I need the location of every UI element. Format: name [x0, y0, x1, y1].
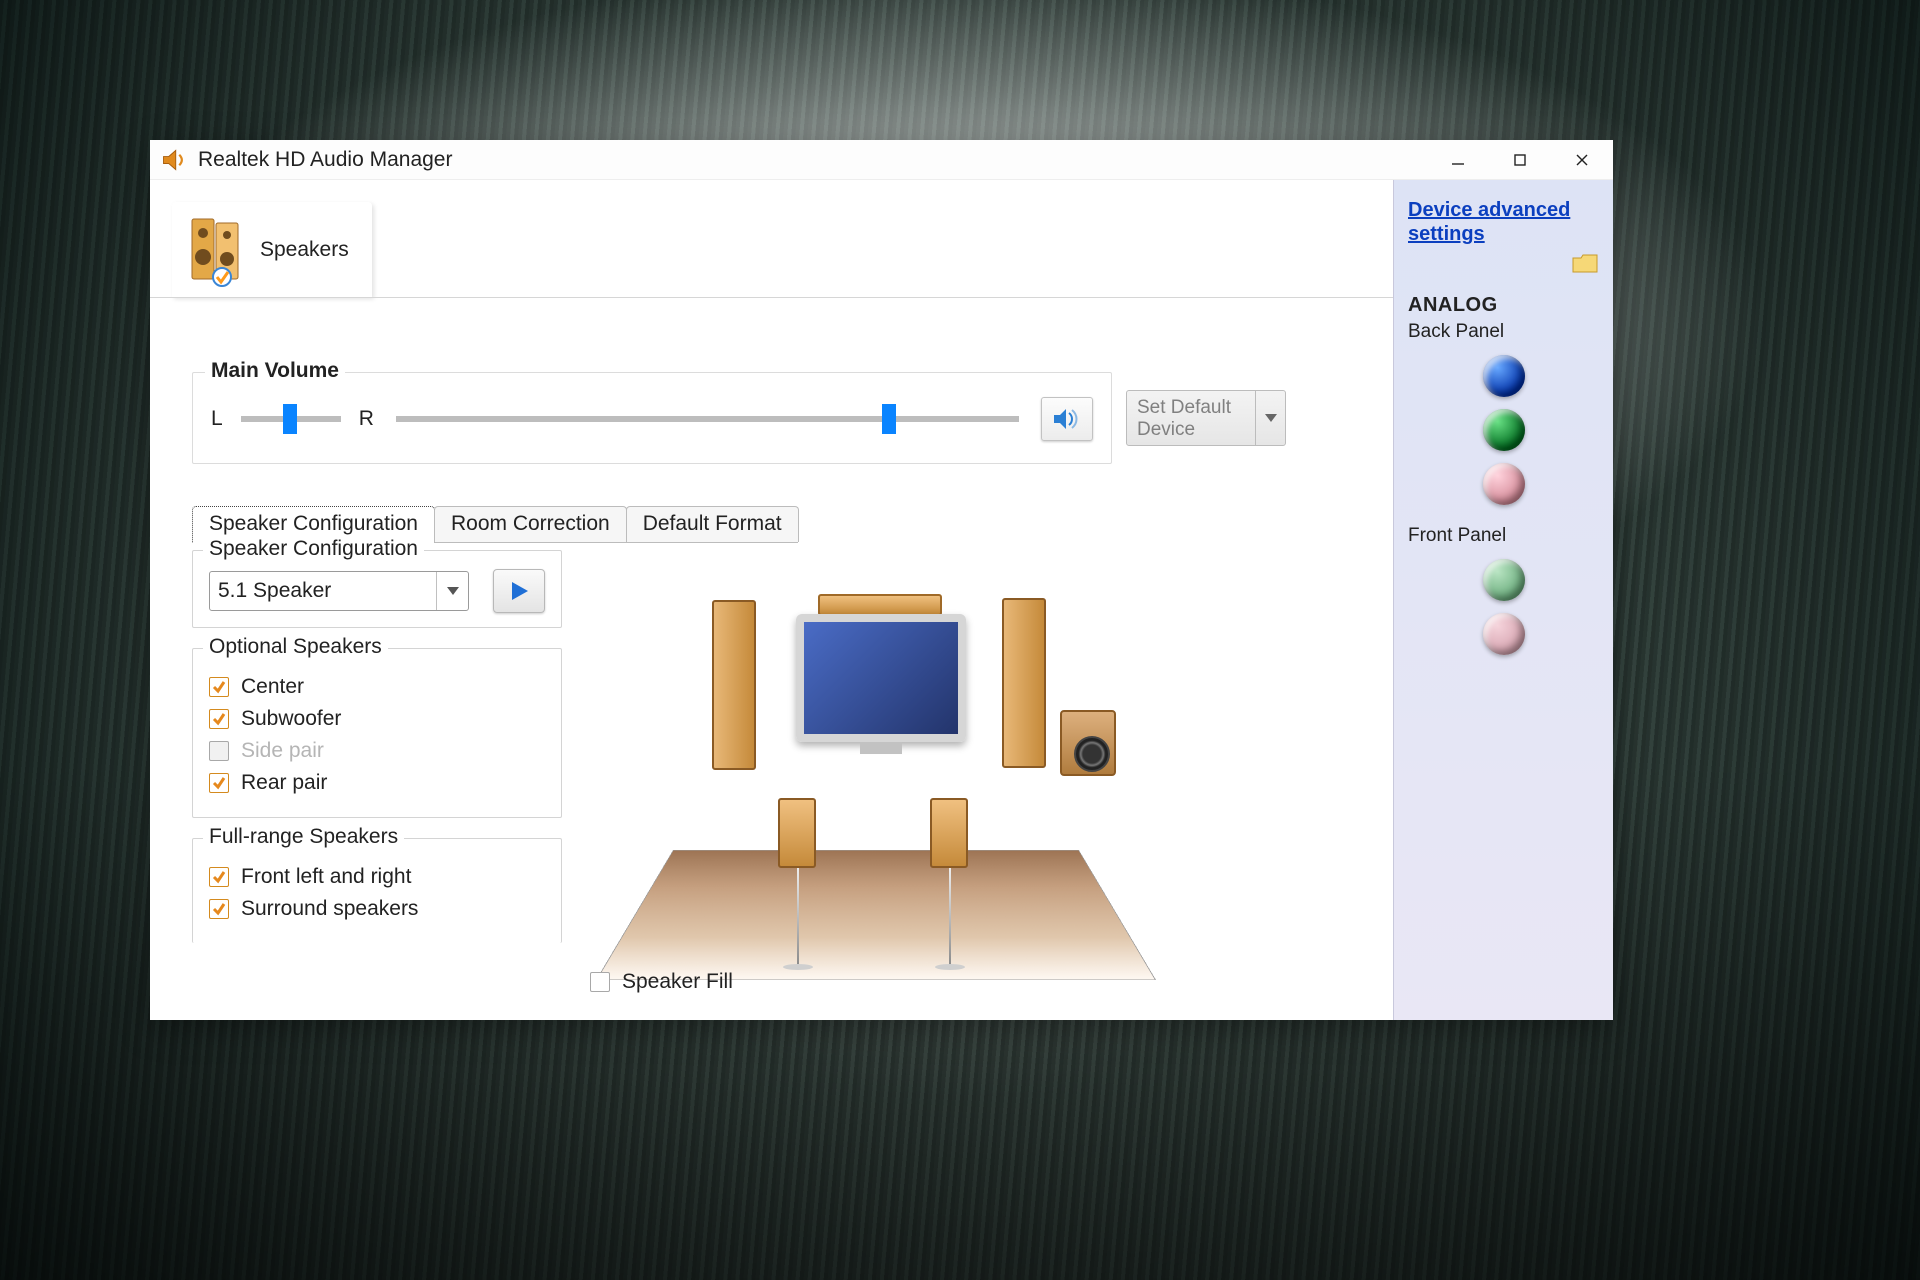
speaker-icon	[160, 146, 188, 174]
subwoofer-icon[interactable]	[1060, 710, 1116, 776]
jack-line-out[interactable]	[1483, 409, 1525, 451]
tab-room-correction[interactable]: Room Correction	[434, 506, 627, 542]
volume-thumb[interactable]	[882, 404, 896, 434]
main-volume-fieldset: Main Volume L R	[192, 372, 1112, 464]
chevron-down-icon	[1255, 391, 1285, 445]
folder-icon[interactable]	[1571, 252, 1599, 280]
app-window: Realtek HD Audio Manager	[150, 140, 1613, 1020]
jack-mic[interactable]	[1483, 463, 1525, 505]
checkbox-side-pair	[209, 741, 229, 761]
front-right-speaker-icon[interactable]	[1002, 598, 1046, 768]
checkbox-speaker-fill[interactable]	[590, 972, 610, 992]
checkbox-surround[interactable]	[209, 899, 229, 919]
checkbox-center[interactable]	[209, 677, 229, 697]
jack-front-out[interactable]	[1483, 559, 1525, 601]
checkbox-front-lr[interactable]	[209, 867, 229, 887]
tv-icon	[796, 614, 966, 742]
set-default-device-dropdown[interactable]: Set Default Device	[1126, 390, 1286, 446]
checkbox-rear-pair[interactable]	[209, 773, 229, 793]
device-advanced-settings-link[interactable]: Device advanced settings	[1408, 198, 1599, 246]
center-speaker-icon[interactable]	[818, 594, 942, 616]
titlebar[interactable]: Realtek HD Audio Manager	[150, 140, 1613, 180]
device-tab-label: Speakers	[260, 238, 349, 262]
main-volume-title: Main Volume	[205, 359, 345, 383]
full-range-fieldset: Full-range Speakers Front left and right…	[192, 838, 562, 943]
window-controls	[1427, 140, 1613, 180]
test-play-button[interactable]	[493, 569, 545, 613]
minimize-button[interactable]	[1427, 140, 1489, 180]
jack-line-in[interactable]	[1483, 355, 1525, 397]
tab-default-format[interactable]: Default Format	[626, 506, 799, 542]
speaker-room-illustration: Speaker Fill	[590, 550, 1292, 980]
speaker-config-fieldset: Speaker Configuration 5.1 Speaker	[192, 550, 562, 628]
optional-speakers-fieldset: Optional Speakers Center Subwoofer Side …	[192, 648, 562, 818]
balance-right-label: R	[359, 407, 374, 431]
jack-front-mic[interactable]	[1483, 613, 1525, 655]
balance-thumb[interactable]	[283, 404, 297, 434]
maximize-button[interactable]	[1489, 140, 1551, 180]
device-tab-speakers[interactable]: Speakers	[172, 202, 372, 297]
side-panel: Device advanced settings ANALOG Back Pan…	[1393, 180, 1613, 1020]
chevron-down-icon	[436, 572, 468, 610]
checkbox-subwoofer[interactable]	[209, 709, 229, 729]
analog-title: ANALOG	[1408, 294, 1599, 317]
balance-slider[interactable]	[241, 416, 341, 422]
speakers-device-icon	[186, 215, 246, 285]
balance-left-label: L	[211, 407, 223, 431]
rear-right-speaker-icon[interactable]	[930, 798, 968, 868]
front-panel-label: Front Panel	[1408, 525, 1599, 547]
back-panel-label: Back Panel	[1408, 321, 1599, 343]
speaker-config-combobox[interactable]: 5.1 Speaker	[209, 571, 469, 611]
rear-left-speaker-icon[interactable]	[778, 798, 816, 868]
mute-button[interactable]	[1041, 397, 1093, 441]
front-left-speaker-icon[interactable]	[712, 600, 756, 770]
close-button[interactable]	[1551, 140, 1613, 180]
volume-slider[interactable]	[396, 416, 1019, 422]
window-title: Realtek HD Audio Manager	[198, 148, 452, 172]
